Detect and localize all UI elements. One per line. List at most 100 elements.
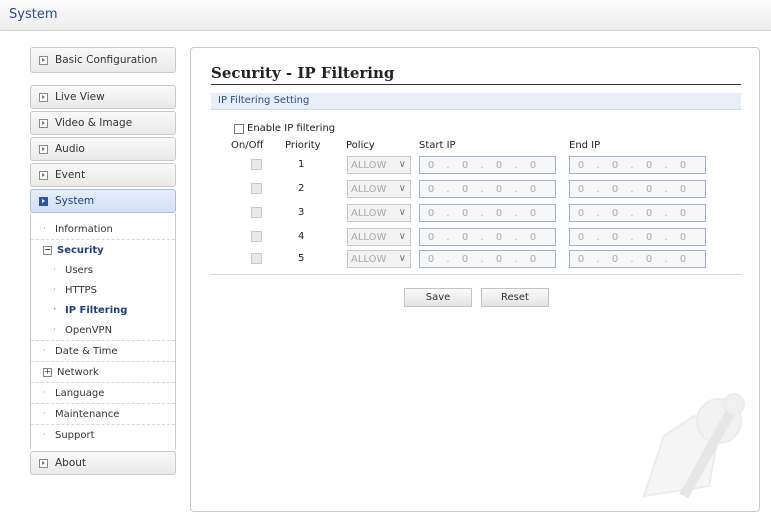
ip-dot: .	[446, 159, 450, 171]
ip-octet: 0	[611, 231, 619, 243]
subnav-language[interactable]: · Language	[31, 383, 175, 404]
end-ip-input[interactable]: 0. 0. 0. 0	[569, 228, 706, 246]
nav-basic-configuration[interactable]: Basic Configuration	[30, 47, 176, 73]
ip-octet: 0	[577, 231, 585, 243]
policy-select[interactable]: ALLOW ∨	[347, 204, 411, 222]
end-ip-input[interactable]: 0. 0. 0. 0	[569, 250, 706, 268]
bullet-icon: ·	[53, 325, 56, 335]
ip-octet: 0	[461, 253, 469, 265]
expand-arrow-icon	[39, 170, 48, 180]
nav-video-image[interactable]: Video & Image	[30, 111, 176, 135]
subnav-security[interactable]: − Security	[31, 240, 175, 260]
ip-octet: 0	[577, 159, 585, 171]
chevron-down-icon: ∨	[398, 207, 406, 218]
ip-octet: 0	[495, 159, 503, 171]
start-ip-input[interactable]: 0. 0. 0. 0	[419, 180, 556, 198]
ip-dot: .	[630, 159, 634, 171]
ip-octet: 0	[427, 207, 435, 219]
row-enable-checkbox[interactable]	[251, 159, 262, 170]
ip-dot: .	[514, 159, 518, 171]
nav-about[interactable]: About	[30, 451, 176, 475]
start-ip-input[interactable]: 0. 0. 0. 0	[419, 228, 556, 246]
bullet-icon: ·	[43, 388, 46, 398]
ip-dot: .	[664, 253, 668, 265]
row-enable-checkbox[interactable]	[251, 231, 262, 242]
enable-ip-filtering-row: Enable IP filtering	[234, 123, 335, 134]
header-priority: Priority	[285, 140, 321, 151]
subnav-users[interactable]: · Users	[31, 260, 175, 280]
reset-button[interactable]: Reset	[481, 288, 549, 307]
subnav-language-label: Language	[55, 387, 105, 399]
nav-audio[interactable]: Audio	[30, 137, 176, 161]
app-title: System	[9, 7, 58, 22]
ip-dot: .	[480, 159, 484, 171]
enable-ip-filtering-label: Enable IP filtering	[247, 123, 336, 134]
ip-dot: .	[480, 231, 484, 243]
ip-octet: 0	[529, 159, 537, 171]
start-ip-input[interactable]: 0. 0. 0. 0	[419, 250, 556, 268]
ip-octet: 0	[611, 159, 619, 171]
subnav-date-time[interactable]: · Date & Time	[31, 341, 175, 362]
ip-dot: .	[664, 231, 668, 243]
section-title: IP Filtering Setting	[218, 95, 310, 106]
start-ip-input[interactable]: 0. 0. 0. 0	[419, 156, 556, 174]
header-policy: Policy	[346, 140, 375, 151]
bullet-icon: ·	[53, 285, 56, 295]
row-priority: 5	[298, 253, 305, 264]
ip-octet: 0	[679, 253, 687, 265]
subnav-https-label: HTTPS	[65, 284, 97, 296]
row-priority: 2	[298, 183, 305, 194]
subnav-maintenance-label: Maintenance	[55, 408, 120, 420]
row-priority: 3	[298, 207, 305, 218]
subnav-support[interactable]: · Support	[31, 425, 175, 445]
start-ip-input[interactable]: 0. 0. 0. 0	[419, 204, 556, 222]
nav-live-view-label: Live View	[55, 91, 105, 103]
ip-octet: 0	[427, 231, 435, 243]
subnav-ip-filtering[interactable]: · IP Filtering	[31, 300, 175, 320]
subnav-date-time-label: Date & Time	[55, 345, 118, 357]
ip-dot: .	[630, 183, 634, 195]
subnav-information-label: Information	[55, 223, 113, 235]
subnav-openvpn[interactable]: · OpenVPN	[31, 320, 175, 341]
ip-filter-row: 4 ALLOW ∨ 0. 0. 0. 0 0. 0. 0. 0	[191, 228, 759, 246]
header-onoff: On/Off	[231, 140, 264, 151]
nav-live-view[interactable]: Live View	[30, 85, 176, 109]
nav-audio-label: Audio	[55, 143, 85, 155]
expand-plus-icon: +	[43, 366, 52, 377]
policy-select[interactable]: ALLOW ∨	[347, 180, 411, 198]
ip-dot: .	[664, 183, 668, 195]
ip-octet: 0	[461, 159, 469, 171]
nav-system[interactable]: System	[30, 189, 176, 213]
ip-dot: .	[596, 159, 600, 171]
policy-select[interactable]: ALLOW ∨	[347, 156, 411, 174]
ip-octet: 0	[645, 231, 653, 243]
subnav-https[interactable]: · HTTPS	[31, 280, 175, 300]
save-button[interactable]: Save	[404, 288, 472, 307]
subnav-network[interactable]: + Network	[31, 362, 175, 383]
ip-dot: .	[446, 231, 450, 243]
end-ip-input[interactable]: 0. 0. 0. 0	[569, 156, 706, 174]
ip-filter-row: 1 ALLOW ∨ 0. 0. 0. 0 0. 0. 0. 0	[191, 156, 759, 174]
row-enable-checkbox[interactable]	[251, 183, 262, 194]
row-enable-checkbox[interactable]	[251, 207, 262, 218]
subnav-information[interactable]: · Information	[31, 219, 175, 240]
expand-arrow-icon	[39, 458, 48, 468]
policy-select[interactable]: ALLOW ∨	[347, 228, 411, 246]
ip-dot: .	[596, 253, 600, 265]
row-enable-checkbox[interactable]	[251, 253, 262, 264]
enable-ip-filtering-checkbox[interactable]	[234, 123, 244, 134]
policy-value: ALLOW	[351, 207, 387, 219]
subnav-maintenance[interactable]: · Maintenance	[31, 404, 175, 425]
end-ip-input[interactable]: 0. 0. 0. 0	[569, 180, 706, 198]
top-bar: System	[0, 0, 771, 31]
policy-select[interactable]: ALLOW ∨	[347, 250, 411, 268]
ip-octet: 0	[427, 159, 435, 171]
ip-dot: .	[630, 231, 634, 243]
main-panel: Security - IP Filtering IP Filtering Set…	[190, 47, 760, 512]
nav-event[interactable]: Event	[30, 163, 176, 187]
chevron-down-icon: ∨	[398, 253, 406, 264]
subnav-users-label: Users	[65, 264, 94, 276]
end-ip-input[interactable]: 0. 0. 0. 0	[569, 204, 706, 222]
ip-dot: .	[480, 207, 484, 219]
collapse-icon: −	[43, 244, 52, 255]
